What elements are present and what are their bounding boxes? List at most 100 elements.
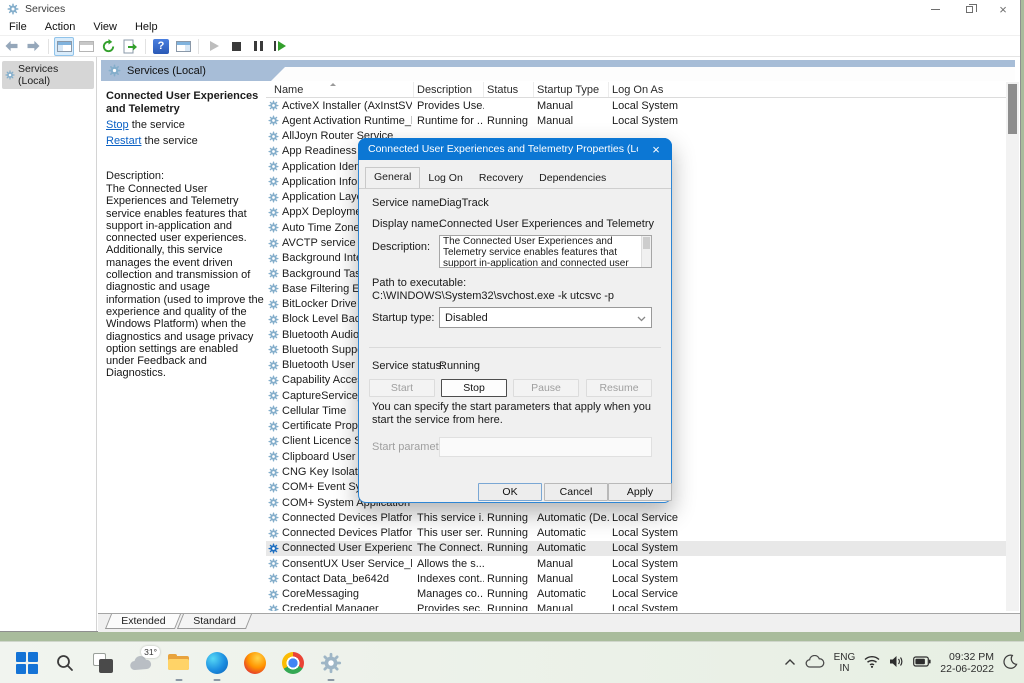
- stop-service-link[interactable]: Stop: [106, 119, 129, 131]
- show-action-pane-icon[interactable]: [173, 37, 193, 56]
- chevron-down-icon: [637, 316, 646, 322]
- description-scrollbar[interactable]: [641, 236, 651, 267]
- extended-description-panel: Connected User Experiences and Telemetry…: [103, 84, 266, 609]
- pause-service-icon[interactable]: [248, 37, 268, 56]
- menu-view[interactable]: View: [84, 19, 126, 35]
- close-button[interactable]: ×: [986, 0, 1020, 18]
- start-parameters-help-text: You can specify the start parameters tha…: [372, 401, 660, 427]
- column-header-name[interactable]: Name: [266, 82, 414, 97]
- apply-button[interactable]: Apply: [608, 483, 672, 501]
- service-startup-type: Manual: [534, 573, 609, 585]
- service-row[interactable]: ActiveX Installer (AxInstSV) Provides Us…: [266, 98, 1007, 113]
- service-startup-type: Manual: [534, 100, 609, 112]
- services-app-icon: [7, 3, 19, 15]
- results-header-band: Services (Local): [101, 60, 1015, 81]
- service-log-on-as: Local Service: [609, 588, 1007, 600]
- column-header-log-on-as[interactable]: Log On As: [609, 82, 1007, 97]
- service-name: ActiveX Installer (AxInstSV): [282, 100, 412, 112]
- forward-icon[interactable]: [23, 37, 43, 56]
- service-gear-icon: [268, 360, 279, 371]
- service-row[interactable]: Credential Manager Provides sec... Runni…: [266, 602, 1007, 611]
- stop-service-icon[interactable]: [226, 37, 246, 56]
- file-explorer-icon[interactable]: [166, 650, 192, 676]
- service-gear-icon: [268, 268, 279, 279]
- start-button[interactable]: Start: [369, 379, 435, 397]
- restart-service-link[interactable]: Restart: [106, 135, 141, 147]
- column-header-description[interactable]: Description: [414, 82, 484, 97]
- dialog-description-box[interactable]: The Connected User Experiences and Telem…: [439, 235, 652, 268]
- service-gear-icon: [268, 451, 279, 462]
- tree-item-services-local[interactable]: Services (Local): [2, 61, 94, 89]
- service-row[interactable]: Connected Devices Platform ... This user…: [266, 525, 1007, 540]
- stop-button[interactable]: Stop: [441, 379, 507, 397]
- service-gear-icon: [268, 421, 279, 432]
- help-icon[interactable]: ?: [151, 37, 171, 56]
- battery-icon[interactable]: [913, 656, 931, 670]
- service-row[interactable]: Agent Activation Runtime_b... Runtime fo…: [266, 113, 1007, 128]
- properties-icon[interactable]: [76, 37, 96, 56]
- service-row[interactable]: Contact Data_be642d Indexes cont... Runn…: [266, 571, 1007, 586]
- service-row[interactable]: Connected Devices Platform ... This serv…: [266, 510, 1007, 525]
- weather-icon[interactable]: 31°: [128, 650, 154, 676]
- tab-recovery[interactable]: Recovery: [471, 169, 531, 188]
- start-icon[interactable]: [14, 650, 40, 676]
- services-gear-icon: [108, 64, 121, 77]
- ok-button[interactable]: OK: [478, 483, 542, 501]
- service-description: Indexes cont...: [414, 573, 484, 585]
- menu-action[interactable]: Action: [36, 19, 85, 35]
- service-row[interactable]: ConsentUX User Service_be6... Allows the…: [266, 556, 1007, 571]
- window-title: Services: [25, 3, 65, 15]
- service-startup-type: Automatic (De...: [534, 512, 609, 524]
- tab-extended[interactable]: Extended: [105, 614, 181, 629]
- resume-button[interactable]: Resume: [586, 379, 652, 397]
- focus-moon-icon[interactable]: [1003, 654, 1018, 672]
- show-console-tree-icon[interactable]: [54, 37, 74, 56]
- onedrive-cloud-icon[interactable]: [805, 655, 825, 672]
- export-list-icon[interactable]: [120, 37, 140, 56]
- cancel-button[interactable]: Cancel: [544, 483, 608, 501]
- service-row[interactable]: CoreMessaging Manages co... Running Auto…: [266, 587, 1007, 602]
- pause-button[interactable]: Pause: [513, 379, 579, 397]
- dialog-close-icon[interactable]: ×: [642, 138, 670, 160]
- refresh-icon[interactable]: [98, 37, 118, 56]
- minimize-button[interactable]: [918, 0, 952, 18]
- firefox-icon[interactable]: [242, 650, 268, 676]
- service-name: Connected Devices Platform ...: [282, 527, 412, 539]
- startup-type-select[interactable]: Disabled: [439, 307, 652, 328]
- vertical-scrollbar[interactable]: [1006, 82, 1019, 611]
- results-header-tab-shape: [271, 67, 1015, 81]
- column-header-status[interactable]: Status: [484, 82, 534, 97]
- language-indicator[interactable]: ENG IN: [834, 652, 856, 674]
- back-icon[interactable]: [1, 37, 21, 56]
- restore-button[interactable]: [952, 0, 986, 18]
- column-header-startup-type[interactable]: Startup Type: [534, 82, 609, 97]
- tab-general[interactable]: General: [365, 167, 420, 189]
- restart-service-icon[interactable]: [270, 37, 290, 56]
- scrollbar-thumb[interactable]: [1008, 84, 1017, 134]
- chrome-icon[interactable]: [280, 650, 306, 676]
- edge-icon[interactable]: [204, 650, 230, 676]
- window-titlebar: Services ×: [0, 0, 1020, 18]
- service-description: The Connect...: [414, 542, 484, 554]
- tab-standard[interactable]: Standard: [177, 614, 252, 629]
- service-status: Running: [484, 603, 534, 611]
- menu-file[interactable]: File: [0, 19, 36, 35]
- service-status-value: Running: [439, 360, 480, 372]
- restart-service-line: Restart the service: [106, 134, 264, 148]
- stop-service-line: Stop the service: [106, 118, 264, 132]
- start-service-icon[interactable]: [204, 37, 224, 56]
- tray-chevron-up-icon[interactable]: [784, 657, 796, 669]
- task-view-icon[interactable]: [90, 650, 116, 676]
- tab-log-on[interactable]: Log On: [420, 169, 470, 188]
- tab-dependencies[interactable]: Dependencies: [531, 169, 614, 188]
- clock[interactable]: 09:32 PM 22-06-2022: [940, 651, 994, 675]
- start-parameters-input[interactable]: [439, 437, 652, 457]
- speaker-icon[interactable]: [889, 655, 904, 671]
- menu-help[interactable]: Help: [126, 19, 167, 35]
- services-gear-icon[interactable]: [318, 650, 344, 676]
- search-icon[interactable]: [52, 650, 78, 676]
- service-row[interactable]: Connected User Experiences ... The Conne…: [266, 541, 1007, 556]
- service-status-label: Service status:: [372, 360, 444, 372]
- service-gear-icon: [268, 375, 279, 386]
- wifi-icon[interactable]: [864, 655, 880, 671]
